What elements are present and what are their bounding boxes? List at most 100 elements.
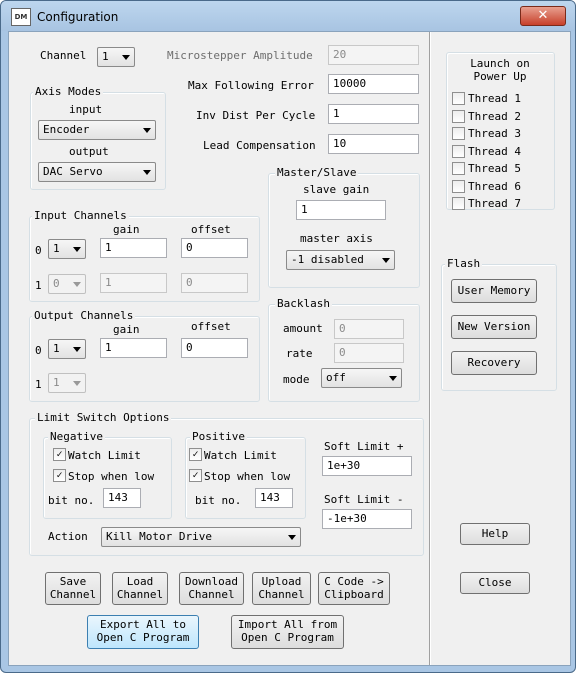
- channel-select-value: 1: [102, 50, 109, 63]
- backlash-rate-label: rate: [286, 347, 313, 360]
- save-channel-button[interactable]: Save Channel: [45, 572, 101, 605]
- channel-select[interactable]: 1: [97, 47, 135, 67]
- input-row-0-offset-field[interactable]: 0: [181, 238, 248, 258]
- axis-input-label: input: [69, 103, 103, 116]
- thread-7-checkbox[interactable]: [452, 197, 465, 210]
- import-all-button[interactable]: Import All from Open C Program: [231, 615, 344, 649]
- thread-4-checkbox[interactable]: [452, 145, 465, 158]
- output-offset-header: offset: [191, 320, 231, 333]
- soft-limit-minus-field[interactable]: -1e+30: [322, 509, 412, 529]
- max-following-error-label: Max Following Error: [188, 79, 314, 92]
- input-row-0-index: 0: [35, 244, 42, 257]
- chevron-down-icon: [382, 258, 390, 263]
- input-row-0-channel-value: 1: [53, 242, 60, 255]
- max-following-error-field[interactable]: 10000: [328, 74, 419, 94]
- negative-limit-title: Negative: [48, 430, 105, 443]
- output-channels-title: Output Channels: [32, 309, 136, 322]
- output-row-1-channel-select[interactable]: 1: [48, 373, 86, 393]
- soft-limit-plus-label: Soft Limit +: [324, 440, 404, 453]
- recovery-button[interactable]: Recovery: [451, 351, 537, 375]
- c-code-button-line1: C Code ->: [324, 575, 384, 588]
- positive-bit-no-field[interactable]: 143: [255, 488, 293, 508]
- backlash-mode-select[interactable]: off: [321, 368, 402, 388]
- positive-bit-no-label: bit no.: [195, 494, 242, 507]
- output-row-0-gain-field[interactable]: 1: [100, 338, 167, 358]
- microstepper-amplitude-label: Microstepper Amplitude: [167, 49, 313, 62]
- thread-2-label: Thread 2: [468, 110, 521, 123]
- thread-5-label: Thread 5: [468, 162, 521, 175]
- chevron-down-icon: [143, 128, 151, 133]
- input-row-1-channel-select[interactable]: 0: [48, 274, 86, 294]
- window-close-button[interactable]: ✕: [520, 6, 566, 26]
- backlash-amount-label: amount: [283, 322, 323, 335]
- new-version-button[interactable]: New Version: [451, 315, 537, 339]
- backlash-rate-field[interactable]: 0: [334, 343, 404, 363]
- chevron-down-icon: [143, 170, 151, 175]
- load-channel-button-line2: Channel: [116, 588, 164, 601]
- negative-bit-no-field[interactable]: 143: [103, 488, 141, 508]
- output-row-0-channel-value: 1: [53, 342, 60, 355]
- soft-limit-plus-field[interactable]: 1e+30: [322, 456, 412, 476]
- output-row-1-index: 1: [35, 378, 42, 391]
- negative-stop-when-low-label: Stop when low: [68, 470, 155, 483]
- action-select[interactable]: Kill Motor Drive: [101, 527, 301, 547]
- thread-1-checkbox[interactable]: [452, 92, 465, 105]
- window-title: Configuration: [37, 10, 119, 24]
- chevron-down-icon: [73, 247, 81, 252]
- output-gain-header: gain: [113, 323, 140, 336]
- axis-output-value: DAC Servo: [43, 165, 103, 178]
- upload-channel-button[interactable]: Upload Channel: [252, 572, 311, 605]
- input-channels-title: Input Channels: [32, 209, 129, 222]
- thread-2-checkbox[interactable]: [452, 110, 465, 123]
- thread-5-checkbox[interactable]: [452, 162, 465, 175]
- close-button[interactable]: Close: [460, 572, 530, 594]
- slave-gain-field[interactable]: 1: [296, 200, 386, 220]
- lead-compensation-field[interactable]: 10: [328, 134, 419, 154]
- input-row-1-gain-field[interactable]: 1: [100, 273, 167, 293]
- configuration-window: DM Configuration ✕ Channel 1 Microsteppe…: [0, 0, 576, 673]
- axis-output-select[interactable]: DAC Servo: [38, 162, 156, 182]
- backlash-mode-value: off: [326, 371, 346, 384]
- lead-compensation-label: Lead Compensation: [203, 139, 316, 152]
- backlash-amount-field[interactable]: 0: [334, 319, 404, 339]
- microstepper-amplitude-field[interactable]: 20: [328, 45, 419, 65]
- thread-6-checkbox[interactable]: [452, 180, 465, 193]
- input-row-0-gain-field[interactable]: 1: [100, 238, 167, 258]
- axis-output-label: output: [69, 145, 109, 158]
- user-memory-button[interactable]: User Memory: [451, 279, 537, 303]
- chevron-down-icon: [73, 381, 81, 386]
- output-row-0-channel-select[interactable]: 1: [48, 339, 86, 359]
- save-channel-button-line1: Save: [59, 575, 87, 588]
- input-row-1-offset-field[interactable]: 0: [181, 273, 248, 293]
- action-label: Action: [48, 530, 88, 543]
- download-channel-button-line1: Download: [185, 575, 238, 588]
- positive-stop-when-low-checkbox[interactable]: ✓: [189, 469, 202, 482]
- output-row-0-offset-field[interactable]: 0: [181, 338, 248, 358]
- thread-3-checkbox[interactable]: [452, 127, 465, 140]
- master-axis-select[interactable]: -1 disabled: [286, 250, 395, 270]
- output-row-1-channel-value: 1: [53, 376, 60, 389]
- c-code-to-clipboard-button[interactable]: C Code -> Clipboard: [318, 572, 390, 605]
- action-value: Kill Motor Drive: [106, 530, 212, 543]
- inv-dist-per-cycle-field[interactable]: 1: [328, 104, 419, 124]
- vertical-separator-highlight: [430, 32, 431, 665]
- load-channel-button[interactable]: Load Channel: [112, 572, 168, 605]
- negative-stop-when-low-checkbox[interactable]: ✓: [53, 469, 66, 482]
- export-all-button[interactable]: Export All to Open C Program: [87, 615, 199, 649]
- input-offset-header: offset: [191, 223, 231, 236]
- dialog-client-area: Channel 1 Microstepper Amplitude 20 Max …: [8, 31, 571, 666]
- positive-watch-limit-checkbox[interactable]: ✓: [189, 448, 202, 461]
- channel-label: Channel: [40, 49, 87, 62]
- chevron-down-icon: [288, 535, 296, 540]
- upload-channel-button-line2: Channel: [258, 588, 305, 601]
- download-channel-button[interactable]: Download Channel: [179, 572, 244, 605]
- save-channel-button-line2: Channel: [49, 588, 97, 601]
- load-channel-button-line1: Load: [126, 575, 154, 588]
- upload-channel-button-line1: Upload: [261, 575, 302, 588]
- axis-input-select[interactable]: Encoder: [38, 120, 156, 140]
- help-button[interactable]: Help: [460, 523, 530, 545]
- input-row-0-channel-select[interactable]: 1: [48, 239, 86, 259]
- title-bar[interactable]: DM Configuration ✕: [1, 1, 575, 31]
- limit-switch-options-title: Limit Switch Options: [35, 411, 172, 424]
- negative-watch-limit-checkbox[interactable]: ✓: [53, 448, 66, 461]
